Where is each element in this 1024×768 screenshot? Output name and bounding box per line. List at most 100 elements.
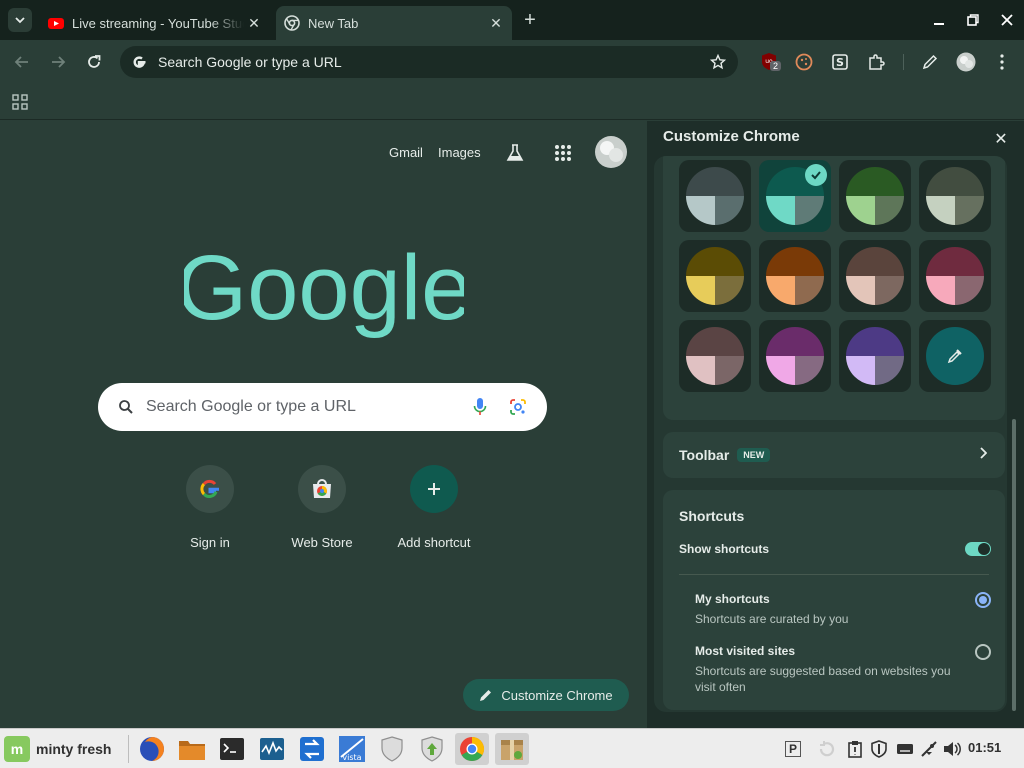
panel-scrollbar[interactable] [1012, 419, 1016, 711]
account-avatar[interactable] [595, 136, 627, 168]
swatch-segment [875, 356, 904, 385]
color-swatch-tile[interactable] [679, 160, 751, 232]
ublock-extension-icon[interactable]: uo 2 [760, 52, 782, 72]
forward-button[interactable] [46, 50, 70, 74]
most-visited-radio[interactable] [975, 644, 991, 660]
vista-app-taskbar-icon[interactable]: vista [335, 733, 369, 765]
shortcut-web-store[interactable]: Web Store [266, 465, 378, 550]
my-shortcuts-desc: Shortcuts are curated by you [695, 612, 849, 626]
microphone-icon[interactable] [473, 397, 487, 417]
color-swatch-tile[interactable] [759, 320, 831, 392]
color-swatch-tile[interactable] [759, 160, 831, 232]
archive-taskbar-icon[interactable] [495, 733, 529, 765]
close-icon: ✕ [994, 131, 1008, 148]
refresh-tray-icon[interactable] [817, 739, 837, 759]
color-swatch-tile[interactable] [919, 240, 991, 312]
address-bar[interactable]: Search Google or type a URL [120, 46, 738, 78]
tab-title: New Tab [308, 15, 359, 31]
google-lens-icon[interactable] [509, 398, 527, 416]
shortcut-add[interactable]: Add shortcut [378, 465, 490, 550]
chrome-icon [284, 15, 300, 31]
tab-new-tab[interactable]: New Tab ✕ [276, 6, 512, 40]
minimize-icon [934, 23, 944, 25]
shortcut-icon-circle [410, 465, 458, 513]
files-taskbar-icon[interactable] [175, 733, 209, 765]
close-window-button[interactable] [990, 0, 1024, 40]
swatch-segment [795, 356, 824, 385]
reload-button[interactable] [82, 50, 106, 74]
color-swatch-tile[interactable] [679, 320, 751, 392]
customize-chrome-button[interactable]: Customize Chrome [463, 679, 629, 711]
google-logo: Google [184, 239, 464, 339]
swatch-segment [846, 356, 875, 385]
google-apps-icon[interactable] [554, 144, 572, 162]
keyboard-tray-icon[interactable] [895, 739, 915, 759]
custom-color-tile[interactable] [919, 320, 991, 392]
google-g-icon [133, 56, 146, 68]
system-monitor-taskbar-icon[interactable] [255, 733, 289, 765]
minimize-button[interactable] [922, 0, 956, 40]
chrome-taskbar-icon[interactable] [455, 733, 489, 765]
network-tray-icon[interactable] [919, 739, 939, 759]
restore-button[interactable] [956, 0, 990, 40]
labs-flask-icon[interactable] [505, 143, 525, 163]
show-shortcuts-toggle[interactable] [965, 542, 991, 556]
gmail-link[interactable]: Gmail [389, 145, 423, 160]
swatch-segment [926, 167, 984, 196]
shield-taskbar-icon[interactable] [375, 733, 409, 765]
profile-avatar-icon[interactable] [956, 52, 976, 72]
restore-icon [967, 14, 979, 26]
toolbar-settings-row[interactable]: Toolbar NEW [663, 432, 1005, 478]
color-swatch-tile[interactable] [679, 240, 751, 312]
more-menu-icon[interactable] [992, 52, 1012, 72]
shortcut-sign-in[interactable]: Sign in [154, 465, 266, 550]
swatch-segment [795, 196, 824, 225]
my-shortcuts-radio[interactable] [975, 592, 991, 608]
back-button[interactable] [10, 50, 34, 74]
transfer-app-taskbar-icon[interactable] [295, 733, 329, 765]
panel-close-button[interactable]: ✕ [991, 129, 1011, 149]
shortcut-label: Web Store [291, 535, 353, 550]
extensions-puzzle-icon[interactable] [866, 52, 886, 72]
volume-tray-icon[interactable] [942, 739, 962, 759]
color-swatch-tile[interactable] [919, 160, 991, 232]
images-link[interactable]: Images [438, 145, 481, 160]
close-tab-icon[interactable]: ✕ [486, 13, 506, 33]
s-extension-icon[interactable]: S [830, 52, 850, 72]
panel-scroll-area[interactable]: Toolbar NEW Shortcuts Show shortcuts My … [654, 156, 1007, 712]
customize-chrome-panel: Customize Chrome ✕ Toolbar NEW Shortcuts… [647, 121, 1024, 728]
cookie-extension-icon[interactable] [794, 52, 814, 72]
most-visited-desc: Shortcuts are suggested based on website… [695, 664, 951, 694]
swatch-segment [715, 276, 744, 305]
apps-grid-icon[interactable] [11, 93, 29, 111]
color-swatch [846, 247, 904, 305]
plus-icon [428, 483, 440, 495]
p-tray-icon[interactable]: P [783, 739, 803, 759]
clipboard-tray-icon[interactable] [845, 739, 865, 759]
color-swatch-tile[interactable] [839, 320, 911, 392]
color-swatch-tile[interactable] [839, 240, 911, 312]
window-controls [922, 0, 1024, 40]
new-badge: NEW [737, 448, 771, 462]
ntp-search-box[interactable]: Search Google or type a URL [98, 383, 547, 431]
color-swatch-tile[interactable] [839, 160, 911, 232]
chevron-right-icon [979, 446, 988, 462]
address-bar-text: Search Google or type a URL [158, 54, 342, 70]
swatch-segment [766, 327, 824, 356]
close-tab-icon[interactable]: ✕ [244, 13, 264, 33]
color-swatch-tile[interactable] [759, 240, 831, 312]
swatch-segment [795, 276, 824, 305]
firefox-taskbar-icon[interactable] [135, 733, 169, 765]
terminal-taskbar-icon[interactable] [215, 733, 249, 765]
swatch-segment [846, 276, 875, 305]
toggle-knob [978, 543, 990, 555]
start-menu-button[interactable]: m minty fresh [4, 735, 111, 763]
tab-search-button[interactable] [8, 8, 32, 32]
update-manager-taskbar-icon[interactable] [415, 733, 449, 765]
shortcut-icon-circle [186, 465, 234, 513]
new-tab-button[interactable]: + [518, 8, 542, 32]
edit-pen-icon[interactable] [920, 52, 940, 72]
bookmark-star-icon[interactable] [708, 52, 728, 72]
tab-youtube-studio[interactable]: Live streaming - YouTube Studio ✕ [40, 6, 270, 40]
security-shield-tray-icon[interactable] [869, 739, 889, 759]
